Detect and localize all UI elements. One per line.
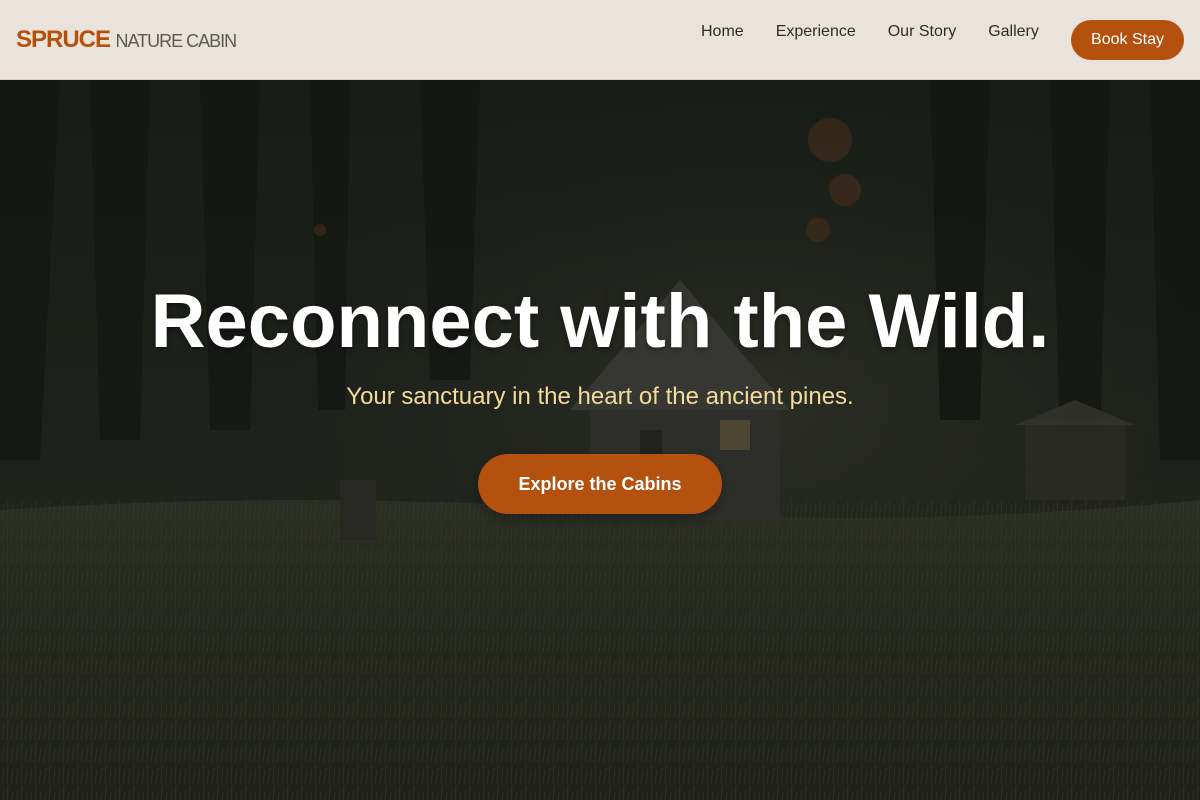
- nav-link-our-story[interactable]: Our Story: [888, 22, 956, 42]
- nav-link-home[interactable]: Home: [701, 22, 744, 42]
- nav-link-gallery[interactable]: Gallery: [988, 22, 1039, 42]
- hero-section: Reconnect with the Wild. Your sanctuary …: [0, 80, 1200, 800]
- page: SPRUCE NATURE CABIN Home Experience Our …: [0, 0, 1200, 800]
- logo-main-text: SPRUCE: [16, 26, 111, 53]
- hero-title: Reconnect with the Wild.: [150, 279, 1050, 364]
- hero-subtitle: Your sanctuary in the heart of the ancie…: [346, 383, 854, 410]
- logo-sub-text: NATURE CABIN: [115, 31, 237, 51]
- logo[interactable]: SPRUCE NATURE CABIN: [16, 26, 237, 54]
- explore-cabins-button[interactable]: Explore the Cabins: [478, 454, 722, 514]
- book-stay-button[interactable]: Book Stay: [1071, 20, 1184, 60]
- nav-link-experience[interactable]: Experience: [776, 22, 856, 42]
- site-header: SPRUCE NATURE CABIN Home Experience Our …: [0, 0, 1200, 80]
- hero-overlay: [0, 80, 1200, 800]
- main-nav: Home Experience Our Story Gallery: [685, 22, 1039, 42]
